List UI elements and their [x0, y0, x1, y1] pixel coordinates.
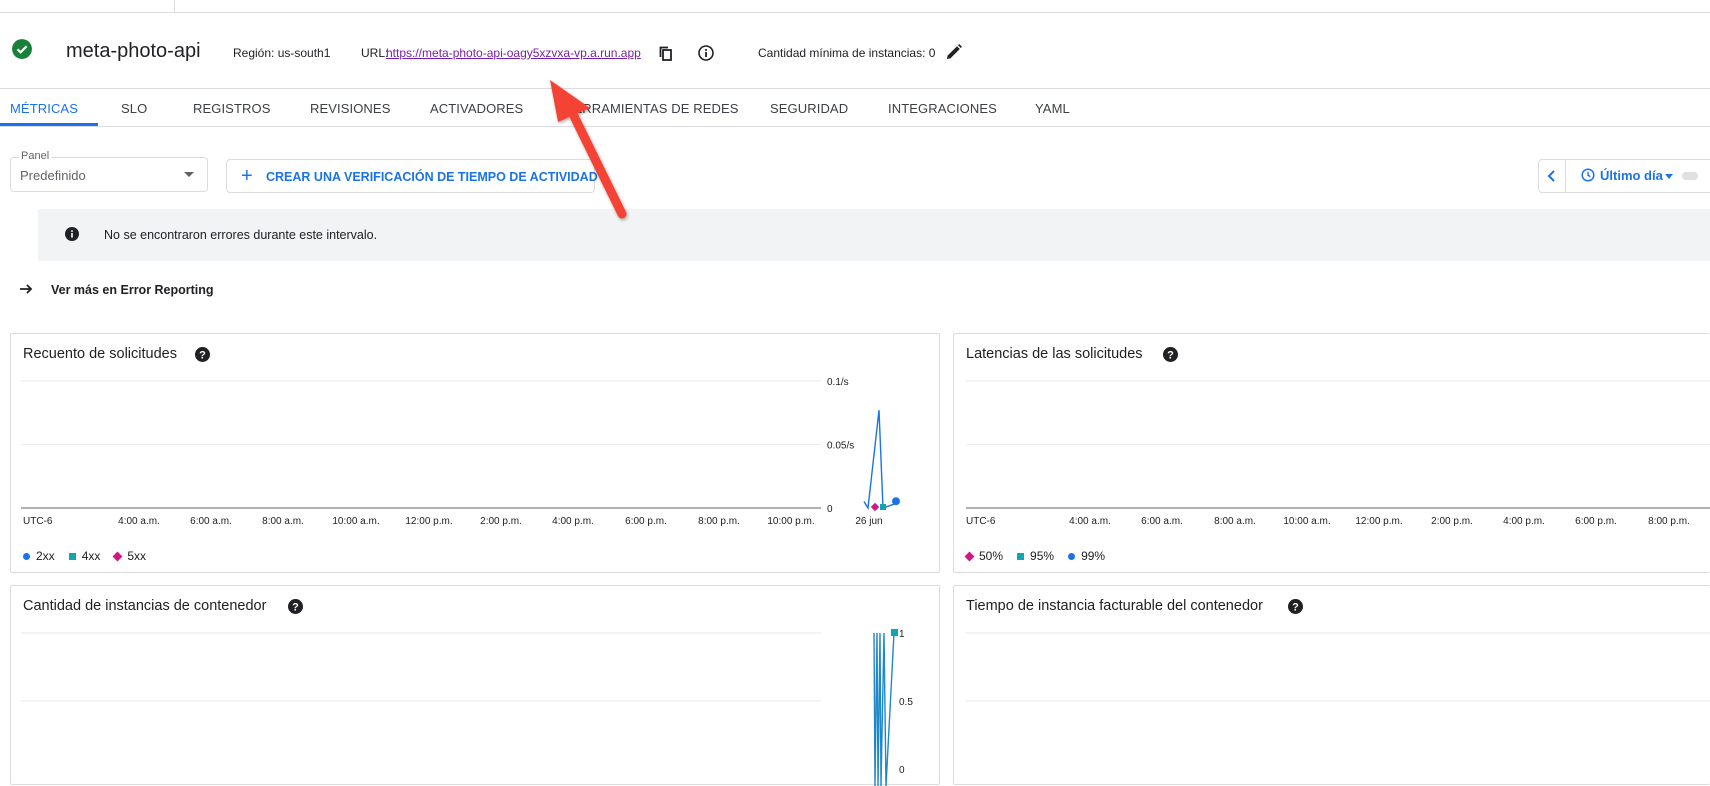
check-circle-icon — [12, 39, 32, 59]
tab-activadores[interactable]: ACTIVADORES — [430, 101, 523, 116]
x-tick-label: 12:00 p.m. — [405, 516, 452, 527]
y-tick-label: 0 — [899, 765, 905, 776]
time-range-toggle[interactable] — [1682, 172, 1698, 180]
tabs-divider — [0, 126, 1710, 127]
series-point-4xx — [880, 504, 886, 510]
chevron-down-icon — [184, 172, 194, 177]
legend-label: 50% — [979, 549, 1004, 563]
chevron-left-icon — [1547, 170, 1555, 182]
y-tick-label: 1 — [899, 629, 905, 640]
legend-item-50[interactable]: 50% — [964, 549, 1004, 563]
legend-label: 2xx — [36, 549, 55, 563]
x-tick-label: 2:00 p.m. — [480, 516, 522, 527]
series-point-5xx — [870, 502, 880, 512]
clock-icon — [1581, 168, 1595, 182]
arrow-right-icon — [20, 284, 33, 294]
tab-integraciones[interactable]: INTEGRACIONES — [888, 101, 997, 116]
y-tick-label: 0 — [827, 504, 833, 515]
request-count-legend: 2xx 4xx 5xx — [23, 549, 146, 563]
top-strip — [0, 0, 1710, 13]
copy-icon[interactable] — [657, 45, 675, 63]
y-tick-label: 0.05/s — [827, 441, 854, 452]
legend-label: 95% — [1030, 549, 1055, 563]
header-divider — [0, 88, 1710, 89]
time-range-label[interactable]: Último día — [1600, 168, 1663, 183]
time-range-prev-button[interactable] — [1538, 159, 1566, 193]
request-count-card: Recuento de solicitudes ? 0.1/s 0.05/s 0 UT… — [10, 333, 940, 573]
min-instances-text: Cantidad mínima de instancias: 0 — [758, 46, 936, 60]
legend-item-5xx[interactable]: 5xx — [112, 549, 147, 563]
x-tick-label: 26 jun — [855, 516, 882, 527]
legend-item-2xx[interactable]: 2xx — [23, 549, 55, 563]
caret-down-icon — [1665, 174, 1673, 179]
y-tick-label: 0.5 — [899, 697, 913, 708]
billable-time-card: Tiempo de instancia facturable del conte… — [953, 585, 1710, 785]
x-tick-label: 10:00 a.m. — [1283, 516, 1330, 527]
x-tick-label: 8:00 a.m. — [262, 516, 304, 527]
x-tick-label: 2:00 p.m. — [1431, 516, 1473, 527]
pencil-icon[interactable] — [945, 43, 963, 61]
request-count-chart: 0.1/s 0.05/s 0 UTC-6 4:00 a.m. 6:00 a.m. 8:00 … — [21, 377, 900, 527]
series-line-2xx — [863, 410, 895, 511]
x-tick-label: 4:00 a.m. — [118, 516, 160, 527]
x-tick-label: 10:00 a.m. — [332, 516, 379, 527]
x-tick-label: 12:00 p.m. — [1355, 516, 1402, 527]
series-line-instances — [873, 632, 895, 786]
create-uptime-check-label: CREAR UNA VERIFICACIÓN DE TIEMPO DE ACTI… — [266, 170, 598, 184]
legend-label: 5xx — [127, 549, 147, 563]
panel-label: Panel — [19, 150, 52, 162]
x-tick-label: 4:00 p.m. — [1503, 516, 1545, 527]
info-filled-icon — [65, 227, 79, 241]
legend-label: 99% — [1081, 549, 1106, 563]
top-strip-divider — [174, 0, 175, 12]
legend-item-99[interactable]: 99% — [1068, 549, 1105, 563]
x-tick-label: 6:00 p.m. — [625, 516, 667, 527]
tab-slo[interactable]: SLO — [121, 101, 147, 116]
info-icon[interactable] — [697, 44, 715, 62]
legend-item-4xx[interactable]: 4xx — [68, 549, 101, 563]
tab-seguridad[interactable]: SEGURIDAD — [770, 101, 848, 116]
request-latency-card: Latencias de las solicitudes ? UTC-6 4:00… — [953, 333, 1710, 573]
request-latency-legend: 50% 95% 99% — [964, 549, 1105, 563]
legend-label: 4xx — [81, 549, 101, 563]
x-tick-label: 4:00 p.m. — [552, 516, 594, 527]
x-tick-label: 8:00 p.m. — [698, 516, 740, 527]
x-tick-label: 6:00 a.m. — [1141, 516, 1183, 527]
x-tick-label: 6:00 p.m. — [1575, 516, 1617, 527]
service-url-link[interactable]: https://meta-photo-api-oagy5xzvxa-vp.a.r… — [386, 46, 641, 60]
service-name: meta-photo-api — [66, 40, 201, 62]
url-label: URL: — [361, 46, 389, 60]
legend-item-95[interactable]: 95% — [1017, 549, 1054, 563]
tab-herramientas-de-redes[interactable]: HERRAMIENTAS DE REDES — [564, 101, 739, 116]
tab-revisiones[interactable]: REVISIONES — [310, 101, 390, 116]
x-tick-label: 6:00 a.m. — [190, 516, 232, 527]
x-tick-label: 8:00 a.m. — [1214, 516, 1256, 527]
panel-value: Predefinido — [20, 168, 86, 183]
tab-yaml[interactable]: YAML — [1035, 101, 1070, 116]
series-point-instances — [891, 629, 898, 636]
plus-icon: + — [241, 165, 253, 187]
x-tick-label: 4:00 a.m. — [1069, 516, 1111, 527]
x-tick-label: UTC-6 — [966, 516, 996, 527]
series-point-2xx — [892, 497, 900, 506]
tab-metricas[interactable]: MÉTRICAS — [10, 101, 78, 116]
error-reporting-link[interactable]: Ver más en Error Reporting — [51, 283, 214, 297]
billable-time-chart — [966, 632, 1710, 702]
x-tick-label: UTC-6 — [23, 516, 53, 527]
tab-registros[interactable]: REGISTROS — [193, 101, 270, 116]
y-tick-label: 0.1/s — [827, 377, 849, 388]
region-text: Región: us-south1 — [233, 46, 331, 60]
container-instances-chart: 10.50 — [21, 629, 913, 786]
x-tick-label: 10:00 p.m. — [767, 516, 814, 527]
container-instances-card: Cantidad de instancias de contenedor ? 1… — [10, 585, 940, 786]
x-tick-label: 8:00 p.m. — [1648, 516, 1690, 527]
request-latency-chart: UTC-6 4:00 a.m. 6:00 a.m. 8:00 a.m. 10:00 a.… — [966, 380, 1710, 527]
banner-message: No se encontraron errores durante este i… — [104, 228, 378, 242]
create-uptime-check-button[interactable]: + CREAR UNA VERIFICACIÓN DE TIEMPO DE AC… — [226, 159, 598, 193]
